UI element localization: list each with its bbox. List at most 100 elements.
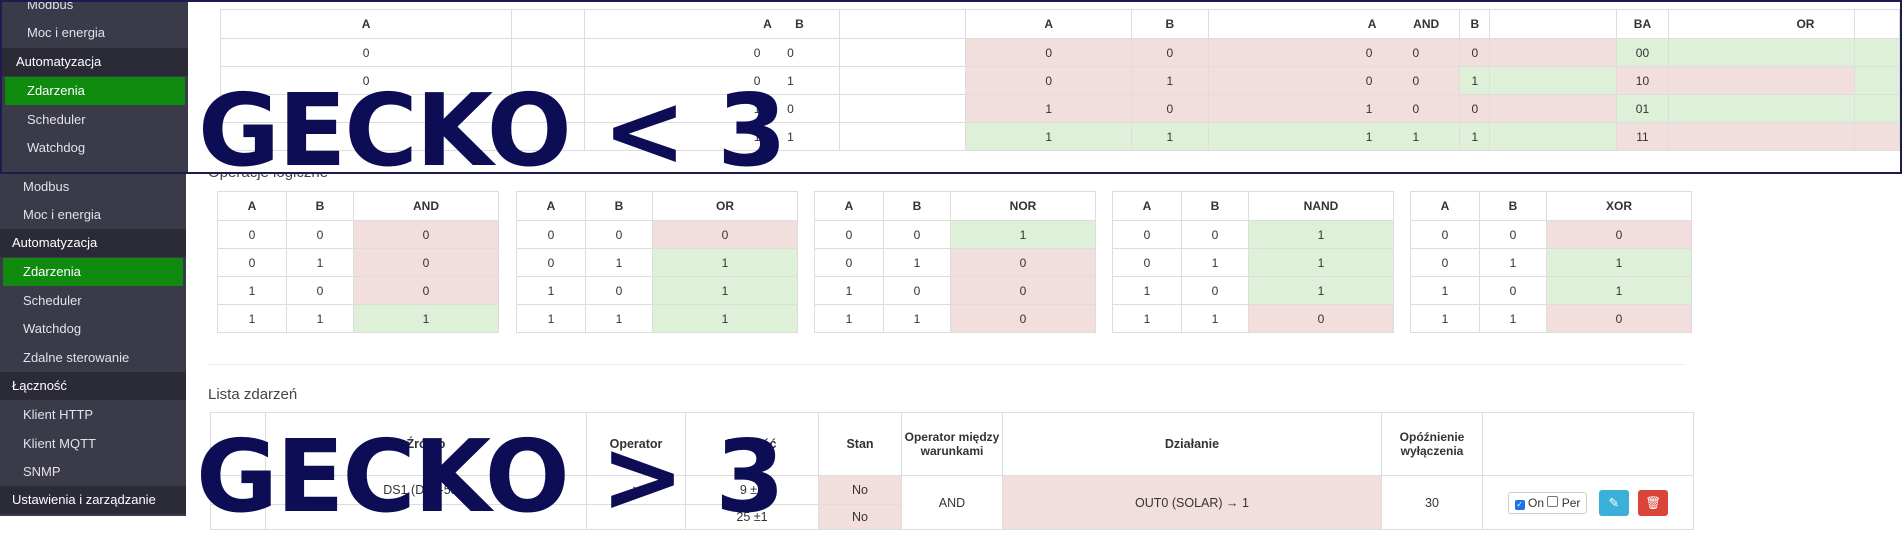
event-controls: ✓ On Per ✎ 🗑	[1482, 475, 1694, 530]
ov-cell: 0 0	[1207, 66, 1461, 95]
logic-header-row: A B NOR	[814, 191, 1096, 221]
edit-button[interactable]: ✎	[1598, 489, 1629, 516]
logic-table-xor: A B XOR 0 0 0 0 1 1 1 0 1 1 1 0	[1410, 191, 1692, 333]
events-col-between: Operator między warunkami	[901, 412, 1003, 476]
logic-cell: 0	[516, 220, 586, 249]
ov-cell: 0 0	[583, 38, 840, 67]
table-row: 010	[217, 248, 499, 277]
ov-cell	[1854, 38, 1900, 67]
logic-header-cell: A	[814, 191, 884, 221]
logic-header-row: A B XOR	[1410, 191, 1692, 221]
ov-cell	[1489, 66, 1618, 95]
sidebar-item-zdalne-sterowanie[interactable]: Zdalne sterowanie	[0, 344, 186, 372]
sidebar-section-automatyzacja[interactable]: Automatyzacja	[0, 229, 186, 257]
logic-header-cell: OR	[652, 191, 798, 221]
logic-cell: 0	[1479, 220, 1547, 249]
ov-cell	[511, 38, 585, 67]
caption-gecko-lt-3: GECKO < 3	[198, 72, 787, 174]
overlay-header-row: A A B A B A AND B BA OR	[219, 9, 1900, 39]
sidebar-item-zdarzenia[interactable]: Zdarzenia	[3, 258, 183, 286]
overlay-item-moc: Moc i energia	[27, 25, 106, 40]
logic-cell: 0	[950, 304, 1096, 333]
logic-cell: 0	[1410, 220, 1480, 249]
ov-cell: 1	[1130, 122, 1209, 151]
logic-cell: 1	[814, 276, 884, 305]
logic-header-cell: B	[1479, 191, 1547, 221]
logic-header-cell: B	[883, 191, 951, 221]
logic-header-cell: AND	[353, 191, 499, 221]
logic-header-cell: B	[286, 191, 354, 221]
sidebar-section-ustawienia[interactable]: Ustawienia i zarządzanie	[0, 486, 186, 514]
ov-cell: 0	[965, 38, 1132, 67]
logic-cell: 0	[585, 276, 653, 305]
logic-cell: 1	[1546, 276, 1692, 305]
per-checkbox[interactable]	[1547, 495, 1559, 507]
delete-button[interactable]: 🗑	[1638, 489, 1669, 516]
table-row: 001	[814, 220, 1096, 249]
ov-cell: 1	[1130, 66, 1209, 95]
logic-table-and: A B AND 0 0 0 0 1 0 1 0 0 1 1 1	[217, 191, 499, 333]
sidebar-item-scheduler[interactable]: Scheduler	[0, 287, 186, 315]
table-row: 001	[1112, 220, 1394, 249]
logic-cell: 0	[652, 220, 798, 249]
logic-cell: 1	[516, 276, 586, 305]
logic-cell: 1	[1112, 304, 1182, 333]
logic-header-cell: NOR	[950, 191, 1096, 221]
logic-cell: 1	[286, 248, 354, 277]
ov-h-empty3	[1489, 9, 1618, 39]
logic-cell: 0	[814, 248, 884, 277]
ov-h-b3: B	[1459, 9, 1491, 39]
logic-cell: 1	[1248, 248, 1394, 277]
sidebar-item-klient-mqtt[interactable]: Klient MQTT	[0, 430, 186, 458]
logic-cell: 0	[1181, 276, 1249, 305]
logic-cell: 0	[217, 220, 287, 249]
logic-header-cell: A	[516, 191, 586, 221]
on-checkbox[interactable]: ✓	[1514, 499, 1525, 510]
logic-cell: 1	[883, 248, 951, 277]
ov-cell	[838, 94, 967, 123]
table-row: 0 0 0 0 0 0 0 0 00	[219, 38, 1900, 67]
logic-header-cell: B	[1181, 191, 1249, 221]
logic-header-cell: A	[1410, 191, 1480, 221]
ov-cell: 10	[1616, 66, 1669, 95]
sidebar-item-snmp[interactable]: SNMP	[0, 458, 186, 486]
ov-cell	[1667, 38, 1856, 67]
ov-cell: 11	[1616, 122, 1669, 151]
logic-cell: 1	[353, 304, 499, 333]
sidebar-item-modbus[interactable]: Modbus	[0, 173, 186, 201]
table-row: 111	[516, 304, 798, 333]
ov-h-or: OR	[1667, 9, 1856, 39]
trash-icon: 🗑	[1645, 495, 1662, 510]
table-row: 101	[516, 276, 798, 305]
sidebar-item-watchdog[interactable]: Watchdog	[0, 315, 186, 343]
ov-cell	[838, 66, 967, 95]
ov-cell: 1	[1459, 66, 1491, 95]
sidebar-section-lacznosc[interactable]: Łączność	[0, 372, 186, 400]
logic-table-or: A B OR 0 0 0 0 1 1 1 0 1 1 1 1	[516, 191, 798, 333]
table-row: 010	[814, 248, 1096, 277]
ov-cell	[1854, 66, 1900, 95]
logic-cell: 1	[814, 304, 884, 333]
logic-cell: 0	[516, 248, 586, 277]
logic-cell: 1	[883, 304, 951, 333]
logic-cell: 0	[1546, 220, 1692, 249]
logic-cell: 0	[1479, 276, 1547, 305]
sidebar-item-moc-i-energia[interactable]: Moc i energia	[0, 201, 186, 229]
ov-cell: 0	[965, 66, 1132, 95]
ov-cell	[838, 38, 967, 67]
table-row: 000	[1410, 220, 1692, 249]
logic-cell: 1	[1181, 304, 1249, 333]
logic-cell: 0	[1112, 248, 1182, 277]
per-label: Per	[1561, 495, 1581, 510]
ov-cell	[1489, 94, 1618, 123]
logic-cell: 1	[585, 248, 653, 277]
events-col-controls	[1482, 412, 1694, 476]
logic-cell: 1	[652, 304, 798, 333]
logic-table-nand: A B NAND 0 0 1 0 1 1 1 0 1 1 1 0	[1112, 191, 1394, 333]
ov-h-empty4	[1854, 9, 1900, 39]
sidebar-item-klient-http[interactable]: Klient HTTP	[0, 401, 186, 429]
table-row: 110	[1112, 304, 1394, 333]
ov-cell: 0	[1459, 38, 1491, 67]
event-state: No	[818, 475, 902, 505]
logic-header-cell: B	[585, 191, 653, 221]
